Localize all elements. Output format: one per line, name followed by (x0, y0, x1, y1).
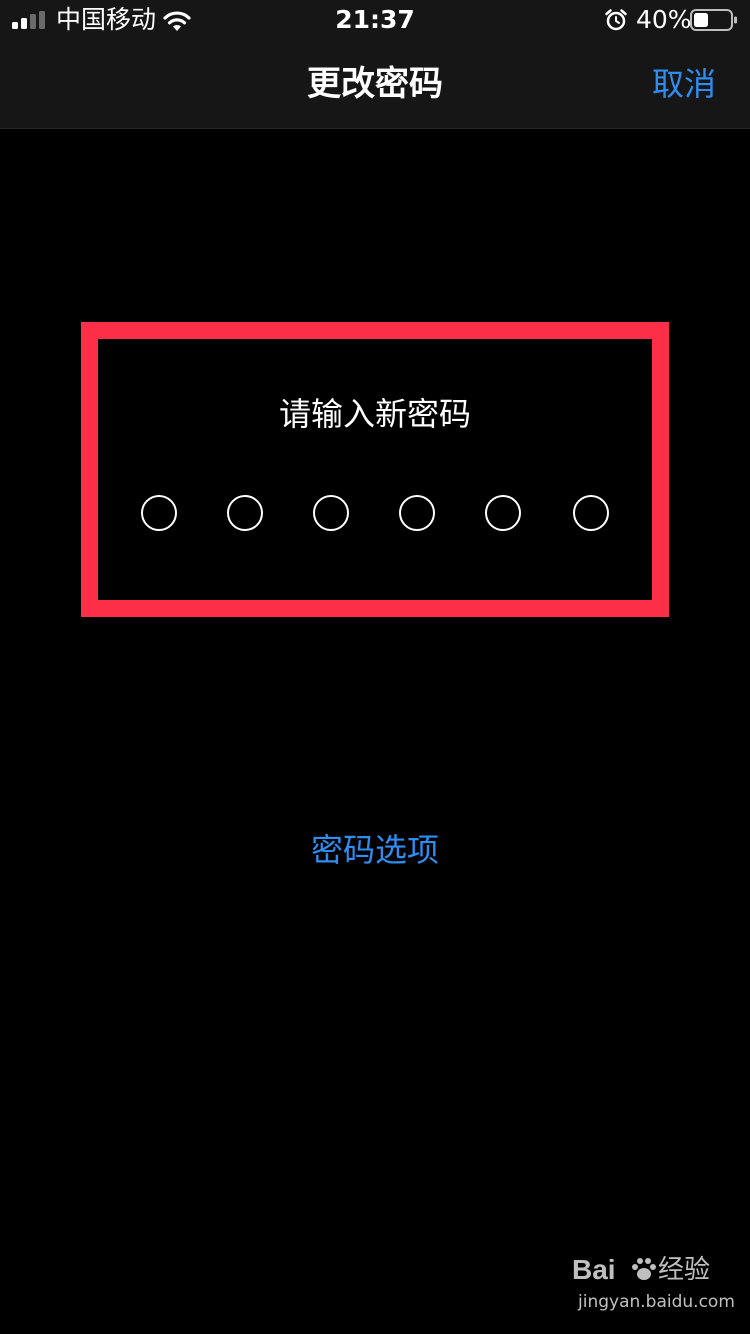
watermark-name: 经验 (658, 1255, 711, 1285)
passcode-digit-dot (485, 495, 521, 531)
highlight-frame (81, 322, 669, 617)
passcode-digit-dot (313, 495, 349, 531)
passcode-prompt: 请输入新密码 (278, 395, 471, 433)
battery-percent: 40% (636, 5, 692, 34)
alarm-clock-icon (605, 9, 627, 31)
watermark-url: jingyan.baidu.com (578, 1292, 735, 1312)
watermark-logo-text: Bai (572, 1254, 616, 1285)
baidu-jingyan-watermark: Bai 经验 jingyan.baidu.com (572, 1252, 735, 1322)
paw-icon (632, 1258, 656, 1280)
cancel-button[interactable]: 取消 (652, 62, 716, 106)
passcode-digit-dot (573, 495, 609, 531)
battery-icon (690, 9, 737, 31)
passcode-digit-dot (141, 495, 177, 531)
passcode-options-button[interactable]: 密码选项 (0, 828, 750, 872)
passcode-digit-dot (227, 495, 263, 531)
passcode-digit-dot (399, 495, 435, 531)
page-title: 更改密码 (307, 64, 443, 104)
status-bar: 中国移动 21:37 40% (0, 0, 750, 40)
navigation-bar: 更改密码 取消 (0, 40, 750, 129)
